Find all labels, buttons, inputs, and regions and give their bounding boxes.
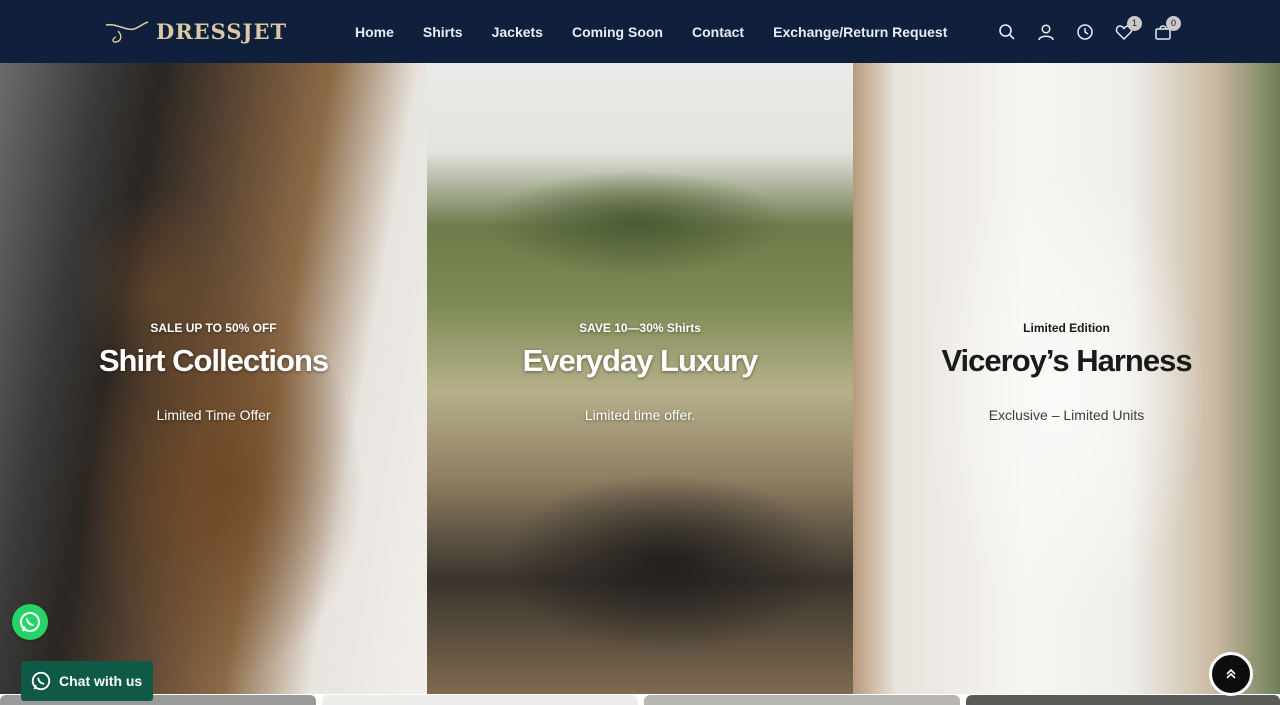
preview-tile [322, 695, 638, 705]
wishlist-button[interactable]: 1 [1115, 15, 1142, 41]
hero-collections: SALE UP TO 50% OFF Shirt Collections Lim… [0, 63, 1280, 694]
preview-tile [966, 695, 1280, 705]
panel-subtitle: Exclusive – Limited Units [988, 407, 1145, 423]
panel-subtitle: Limited Time Offer [156, 407, 271, 423]
hero-panel-everyday-luxury[interactable]: SAVE 10—30% Shirts Everyday Luxury Limit… [427, 63, 853, 694]
hero-panel-viceroys-harness[interactable]: Limited Edition Viceroy’s Harness Exclus… [853, 63, 1280, 694]
panel-eyebrow: SAVE 10—30% Shirts [579, 321, 701, 335]
logo-text: DRESSJET [156, 18, 288, 44]
nav-jackets[interactable]: Jackets [492, 24, 543, 40]
panel-title: Everyday Luxury [522, 343, 759, 378]
chat-with-us-button[interactable]: Chat with us [21, 661, 153, 701]
header-icons: 1 0 [998, 0, 1181, 63]
search-icon [999, 23, 1015, 40]
search-button[interactable] [998, 23, 1016, 41]
nav-contact[interactable]: Contact [692, 24, 744, 40]
cart-count-badge: 0 [1166, 15, 1181, 31]
recently-viewed-button[interactable] [1076, 23, 1094, 41]
whatsapp-icon [20, 612, 40, 632]
account-button[interactable] [1037, 23, 1055, 41]
preview-tile [644, 695, 960, 705]
wishlist-count-badge: 1 [1127, 15, 1142, 31]
panel-title: Shirt Collections [98, 343, 329, 378]
next-section-preview [0, 694, 1280, 705]
nav-shirts[interactable]: Shirts [423, 24, 463, 40]
scroll-to-top-button[interactable] [1209, 652, 1253, 696]
panel-subtitle: Limited time offer. [584, 407, 696, 423]
whatsapp-icon [31, 671, 51, 691]
panel-eyebrow: SALE UP TO 50% OFF [150, 321, 277, 335]
whatsapp-button[interactable] [12, 604, 48, 640]
site-header: DRESSJET Home Shirts Jackets Coming Soon… [0, 0, 1280, 63]
hero-panel-shirt-collections[interactable]: SALE UP TO 50% OFF Shirt Collections Lim… [0, 63, 427, 694]
panel-eyebrow: Limited Edition [1023, 321, 1110, 335]
panel-title: Viceroy’s Harness [941, 343, 1192, 378]
logo-mark-icon [105, 21, 149, 43]
nav-home[interactable]: Home [355, 24, 394, 40]
double-chevron-up-icon [1226, 668, 1236, 679]
main-nav: Home Shirts Jackets Coming Soon Contact … [355, 0, 947, 63]
nav-exchange-return[interactable]: Exchange/Return Request [773, 24, 947, 40]
nav-coming-soon[interactable]: Coming Soon [572, 24, 663, 40]
user-icon [1038, 23, 1054, 40]
logo[interactable]: DRESSJET [104, 17, 287, 45]
cart-button[interactable]: 0 [1154, 15, 1181, 41]
clock-icon [1077, 23, 1093, 40]
chat-label: Chat with us [59, 673, 143, 689]
